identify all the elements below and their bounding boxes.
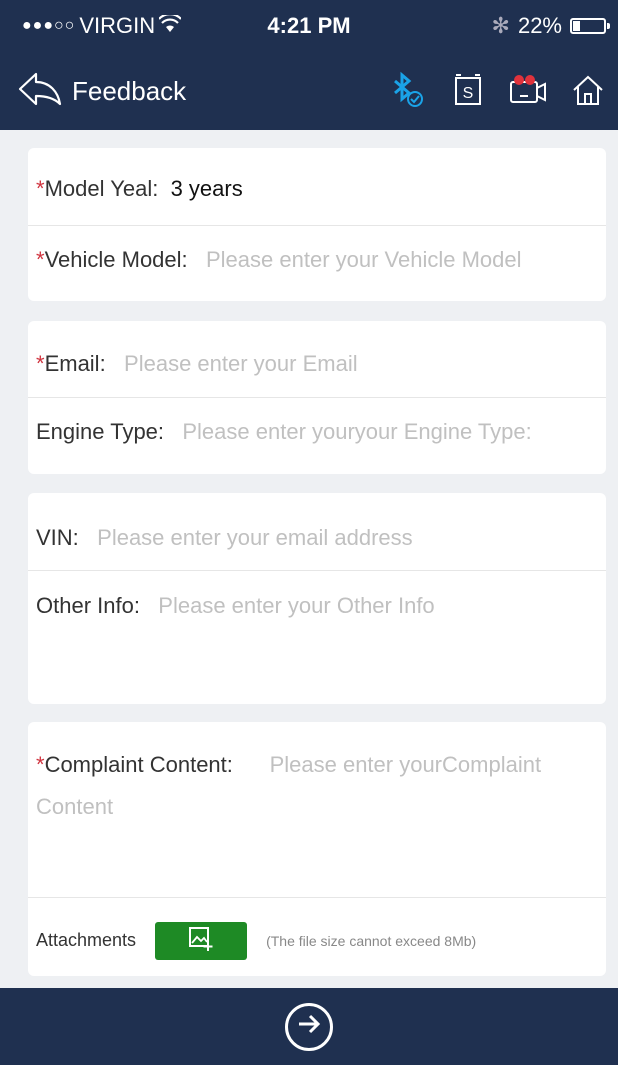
engine-type-placeholder: Please enter youryour Engine Type: xyxy=(182,419,532,444)
extra-info-card: VIN: Please enter your email address Oth… xyxy=(28,493,606,704)
complaint-label: Complaint Content: xyxy=(44,752,233,777)
divider xyxy=(28,397,606,398)
vin-placeholder: Please enter your email address xyxy=(97,525,413,550)
divider xyxy=(28,570,606,571)
complaint-card: *Complaint Content: Please enter yourCom… xyxy=(28,722,606,976)
status-right: ✻ 22% xyxy=(491,13,610,39)
other-info-field[interactable]: Other Info: Please enter your Other Info xyxy=(28,593,606,693)
s-letter: S xyxy=(463,85,474,102)
email-placeholder: Please enter your Email xyxy=(124,351,358,376)
bluetooth-check-icon[interactable] xyxy=(388,70,428,110)
vehicle-model-label: Vehicle Model: xyxy=(44,247,188,272)
vehicle-info-card: *Model Yeal: 3 years *Vehicle Model: Ple… xyxy=(28,148,606,301)
required-mark: * xyxy=(36,247,45,272)
attachments-label: Attachments xyxy=(36,929,137,950)
complaint-placeholder-line1: Please enter yourComplaint xyxy=(269,752,542,777)
model-year-field[interactable]: *Model Yeal: 3 years xyxy=(28,176,606,202)
nav-icons: S xyxy=(388,70,608,110)
model-year-label: Model Yeal: xyxy=(44,176,159,201)
vehicle-model-placeholder: Please enter your Vehicle Model xyxy=(206,247,522,272)
camera-record-icon[interactable] xyxy=(508,70,548,110)
add-image-icon xyxy=(188,926,214,957)
page-title: Feedback xyxy=(72,76,187,106)
attachment-size-hint: (The file size cannot exceed 8Mb) xyxy=(266,932,477,949)
home-icon[interactable] xyxy=(568,70,608,110)
engine-type-label: Engine Type: xyxy=(36,419,165,444)
other-info-label: Other Info: xyxy=(36,593,140,618)
other-info-placeholder: Please enter your Other Info xyxy=(158,593,435,618)
model-year-value: 3 years xyxy=(170,176,243,201)
s-box-icon[interactable]: S xyxy=(448,70,488,110)
next-button[interactable] xyxy=(285,1002,333,1051)
add-image-button[interactable] xyxy=(155,922,248,960)
bottom-bar xyxy=(0,988,618,1065)
vin-field[interactable]: VIN: Please enter your email address xyxy=(28,525,606,551)
email-field[interactable]: *Email: Please enter your Email xyxy=(28,351,606,377)
back-arrow-icon xyxy=(16,70,62,113)
vehicle-model-field[interactable]: *Vehicle Model: Please enter your Vehicl… xyxy=(28,247,606,273)
status-bar: ●●●○○ VIRGIN 4:21 PM ✻ 22% xyxy=(0,0,618,52)
required-mark: * xyxy=(36,176,45,201)
email-label: Email: xyxy=(44,351,106,376)
engine-type-field[interactable]: Engine Type: Please enter youryour Engin… xyxy=(28,419,606,445)
battery-percent: 22% xyxy=(517,13,562,38)
vin-label: VIN: xyxy=(36,525,79,550)
divider xyxy=(28,897,606,898)
nav-bar: Feedback S xyxy=(0,52,618,130)
attachments-row: Attachments (The file size cannot exceed… xyxy=(28,922,606,960)
required-mark: * xyxy=(36,351,45,376)
complaint-placeholder-line2: Content xyxy=(36,794,114,819)
contact-card: *Email: Please enter your Email Engine T… xyxy=(28,321,606,474)
arrow-right-icon xyxy=(296,1012,322,1041)
complaint-field[interactable]: *Complaint Content: Please enter yourCom… xyxy=(28,744,606,894)
divider xyxy=(28,225,606,226)
back-button[interactable]: Feedback xyxy=(16,70,186,113)
battery-icon xyxy=(570,18,610,34)
required-mark: * xyxy=(36,752,45,777)
bluetooth-status-icon: ✻ xyxy=(491,13,510,38)
